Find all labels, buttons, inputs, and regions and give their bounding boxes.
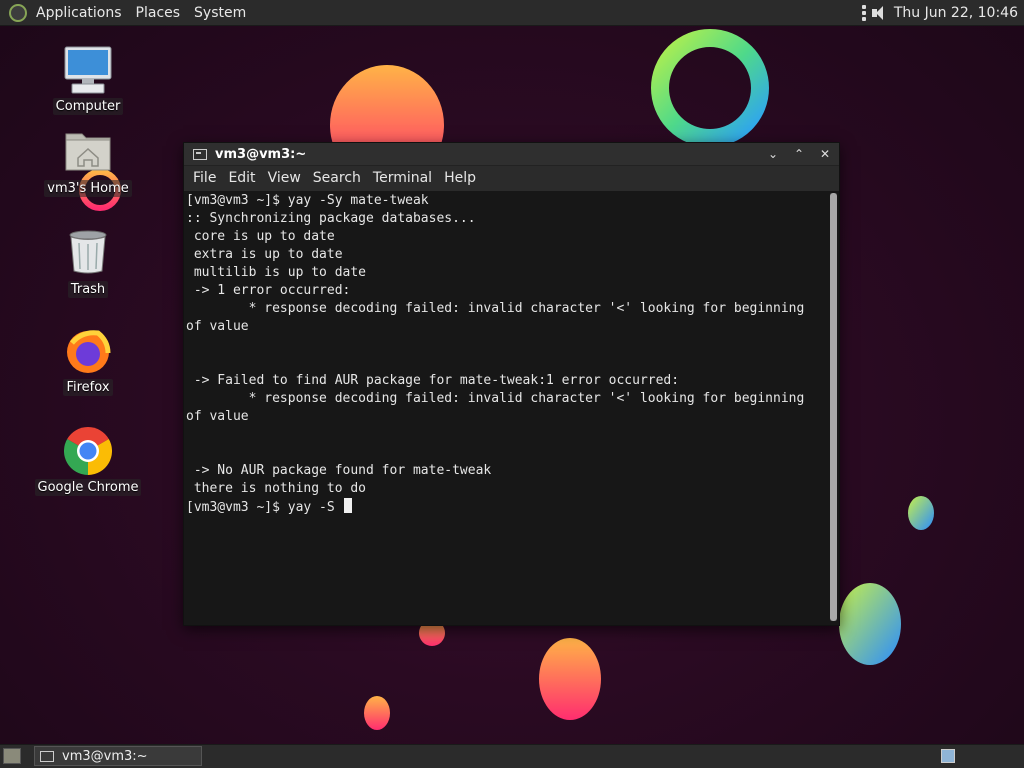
desktop-icon-home[interactable]: vm3's Home — [33, 128, 143, 197]
desktop-icon-label: Firefox — [63, 379, 113, 396]
terminal-line: * response decoding failed: invalid char… — [186, 301, 805, 316]
top-panel: Applications Places System Thu Jun 22, 1… — [0, 0, 1024, 26]
terminal-line: multilib is up to date — [186, 265, 367, 280]
taskbar-item-terminal[interactable]: vm3@vm3:~ — [34, 746, 202, 766]
terminal-line: of value — [186, 319, 249, 334]
terminal-titlebar[interactable]: vm3@vm3:~ ⌄ ⌃ ✕ — [184, 143, 839, 166]
terminal-menubar: File Edit View Search Terminal Help — [184, 166, 839, 191]
terminal-line: extra is up to date — [186, 247, 343, 262]
desktop-icon-chrome[interactable]: Google Chrome — [33, 427, 143, 496]
desktop-icon-computer[interactable]: Computer — [33, 46, 143, 115]
terminal-prompt-line: [vm3@vm3 ~]$ yay -S — [186, 498, 825, 516]
applications-menu[interactable]: Applications — [29, 0, 129, 26]
mate-logo-icon[interactable] — [9, 3, 27, 22]
taskbar-item-label: vm3@vm3:~ — [62, 748, 148, 764]
computer-icon — [64, 46, 112, 94]
window-title: vm3@vm3:~ — [215, 146, 307, 162]
bottom-panel: vm3@vm3:~ — [0, 744, 1024, 768]
trash-icon — [64, 229, 112, 277]
terminal-output[interactable]: [vm3@vm3 ~]$ yay -Sy mate-tweak :: Synch… — [184, 191, 839, 625]
home-folder-icon — [64, 128, 112, 176]
scrollbar-thumb[interactable] — [830, 193, 837, 621]
terminal-icon — [40, 750, 54, 762]
desktop-icon-trash[interactable]: Trash — [33, 229, 143, 298]
show-desktop-button[interactable] — [3, 748, 21, 764]
menu-view[interactable]: View — [262, 166, 307, 191]
firefox-icon — [64, 327, 112, 375]
menu-search[interactable]: Search — [307, 166, 367, 191]
system-menu[interactable]: System — [187, 0, 253, 26]
clock[interactable]: Thu Jun 22, 10:46 — [894, 5, 1018, 21]
system-tray: Thu Jun 22, 10:46 — [861, 0, 1018, 26]
desktop-icon-label: Computer — [52, 98, 124, 115]
close-button[interactable]: ✕ — [817, 146, 833, 162]
terminal-scrollbar[interactable] — [830, 193, 837, 621]
desktop-icon-label: vm3's Home — [44, 180, 132, 197]
terminal-line: -> 1 error occurred: — [186, 283, 351, 298]
chrome-icon — [63, 427, 113, 475]
terminal-line: [vm3@vm3 ~]$ yay -Sy mate-tweak — [186, 193, 429, 208]
terminal-line: there is nothing to do — [186, 481, 367, 496]
minimize-button[interactable]: ⌄ — [765, 146, 781, 162]
terminal-line: :: Synchronizing package databases... — [186, 211, 476, 226]
places-menu[interactable]: Places — [129, 0, 188, 26]
menu-file[interactable]: File — [187, 166, 222, 191]
terminal-line: core is up to date — [186, 229, 335, 244]
indicator-menu-icon[interactable] — [861, 5, 866, 21]
menu-edit[interactable]: Edit — [222, 166, 261, 191]
text-cursor — [343, 498, 352, 513]
maximize-button[interactable]: ⌃ — [791, 146, 807, 162]
terminal-line: * response decoding failed: invalid char… — [186, 391, 805, 406]
prompt-text: [vm3@vm3 ~]$ yay -S — [186, 500, 343, 515]
terminal-line: of value — [186, 409, 249, 424]
desktop-icon-firefox[interactable]: Firefox — [33, 327, 143, 396]
desktop-icon-label: Trash — [67, 281, 109, 298]
desktop-icon-label: Google Chrome — [34, 479, 142, 496]
workspace-switcher[interactable] — [941, 749, 955, 763]
menu-terminal[interactable]: Terminal — [367, 166, 438, 191]
menu-help[interactable]: Help — [438, 166, 482, 191]
terminal-window[interactable]: vm3@vm3:~ ⌄ ⌃ ✕ File Edit View Search Te… — [183, 142, 840, 626]
terminal-line: -> No AUR package found for mate-tweak — [186, 463, 492, 478]
terminal-line: -> Failed to find AUR package for mate-t… — [186, 373, 680, 388]
volume-icon[interactable] — [871, 5, 888, 21]
terminal-icon — [193, 148, 207, 160]
